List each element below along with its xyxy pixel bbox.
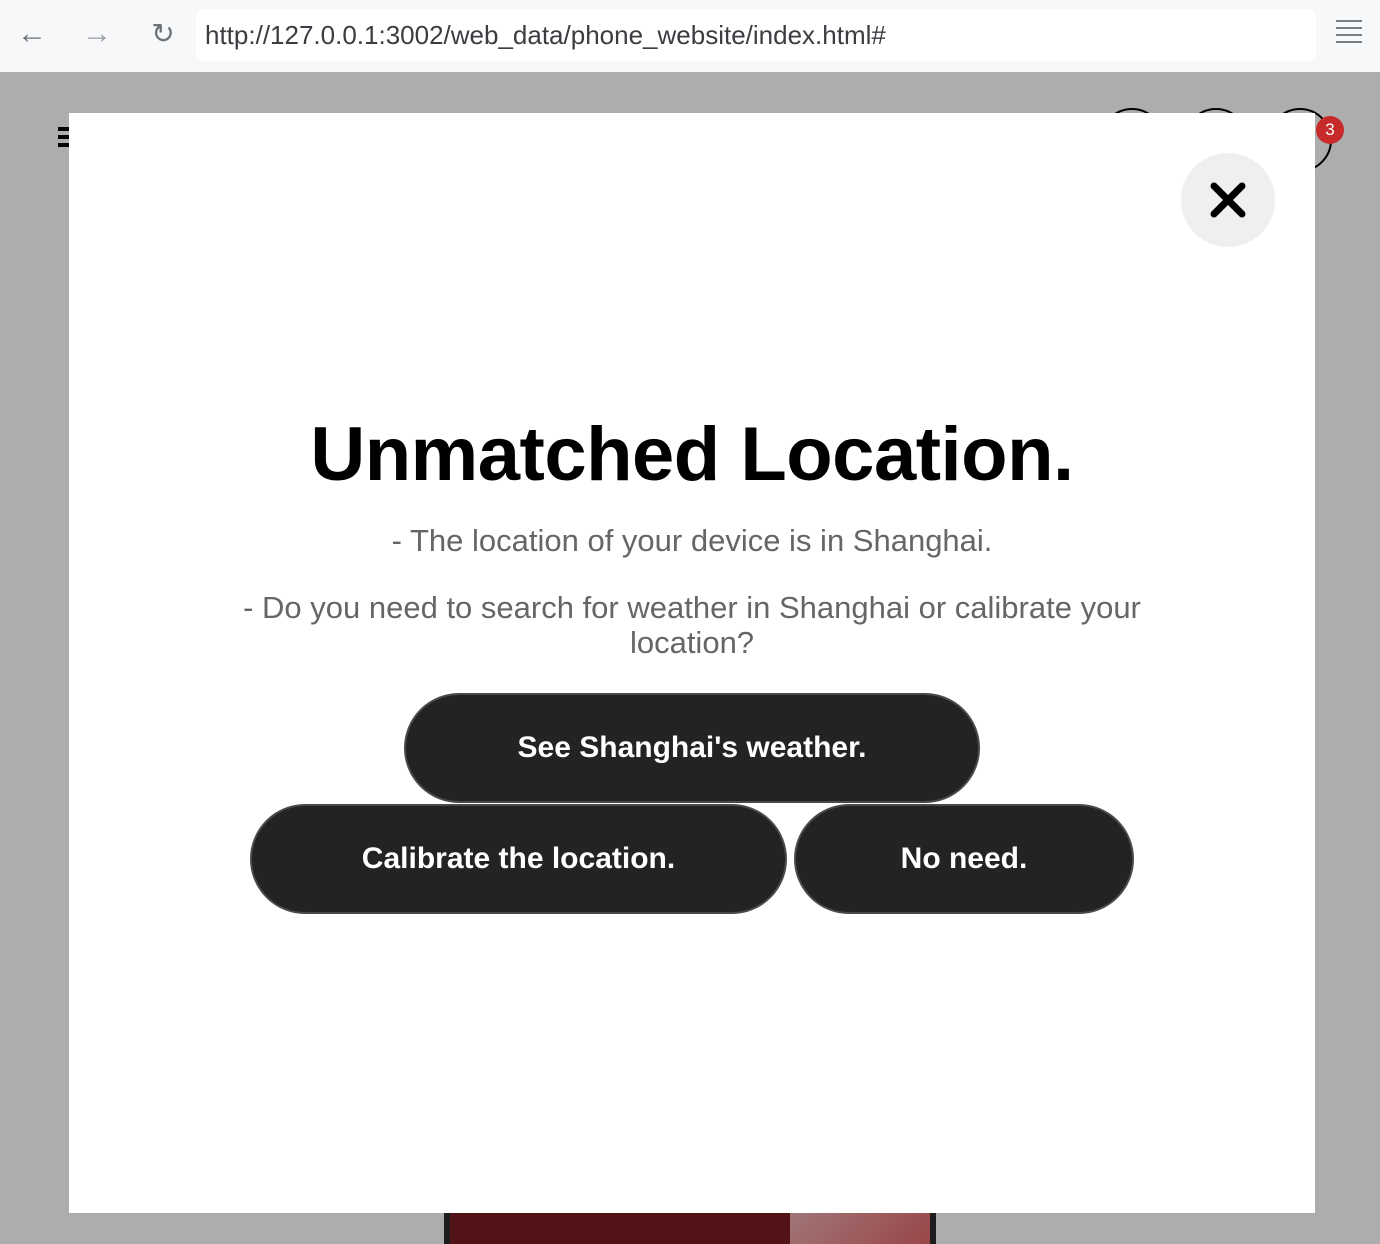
- calibrate-location-button[interactable]: Calibrate the location.: [250, 804, 787, 914]
- modal-message-location: - The location of your device is in Shan…: [391, 523, 993, 558]
- browser-toolbar: ← → ↻ http://127.0.0.1:3002/web_data/pho…: [0, 0, 1380, 72]
- location-modal: Unmatched Location. - The location of yo…: [69, 113, 1315, 1213]
- cart-count-badge: 3: [1316, 116, 1344, 144]
- forward-arrow-icon[interactable]: →: [77, 14, 117, 54]
- modal-title: Unmatched Location.: [310, 412, 1074, 497]
- see-weather-button[interactable]: See Shanghai's weather.: [404, 693, 980, 803]
- modal-message-question: - Do you need to search for weather in S…: [243, 590, 1141, 660]
- address-bar-url: http://127.0.0.1:3002/web_data/phone_web…: [205, 20, 886, 50]
- back-arrow-icon[interactable]: ←: [12, 14, 52, 54]
- no-need-button[interactable]: No need.: [794, 804, 1134, 914]
- reload-icon[interactable]: ↻: [143, 14, 183, 54]
- close-button[interactable]: [1181, 153, 1275, 247]
- address-bar[interactable]: http://127.0.0.1:3002/web_data/phone_web…: [196, 9, 1316, 61]
- browser-menu-icon[interactable]: [1336, 20, 1364, 48]
- close-icon: [1210, 182, 1246, 218]
